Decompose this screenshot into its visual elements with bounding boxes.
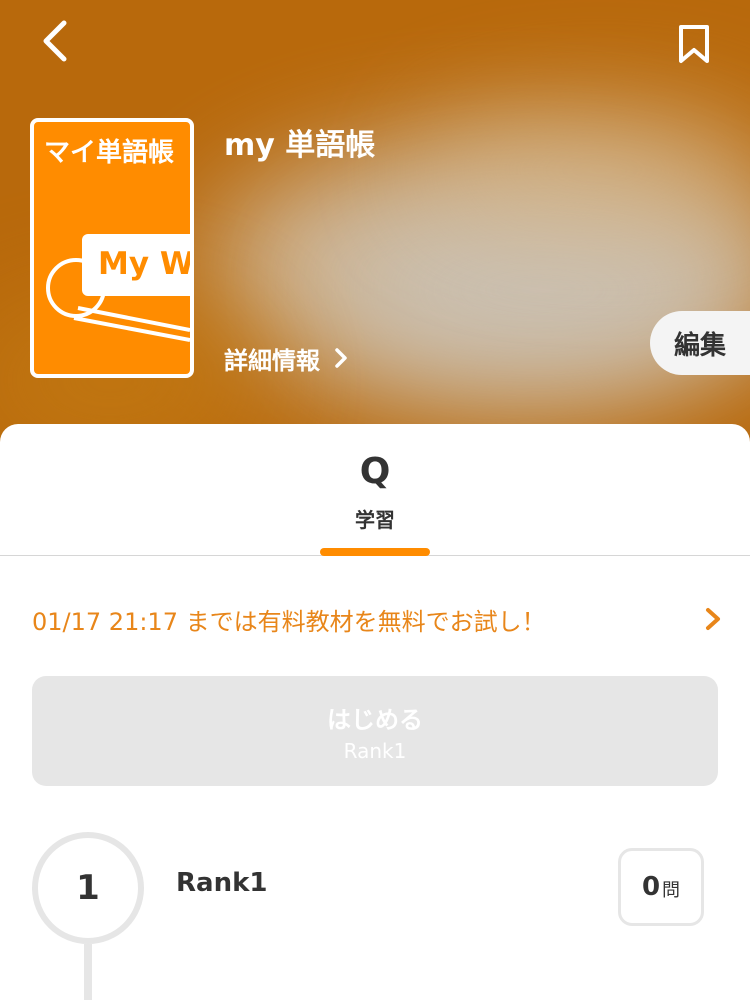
cover-title: マイ単語帳 [44,138,175,168]
question-count: 0 [641,872,661,902]
free-trial-banner[interactable]: 01/17 21:17 までは有料教材を無料でお試し！ [32,594,722,644]
quiz-q-icon: Q [359,451,391,492]
cover-card-text: My Wo [98,246,193,282]
details-label: 詳細情報 [224,346,320,375]
rank-connector-line [84,944,92,1000]
header: マイ単語帳 My Wo my 単語帳 詳細情報 編集 [0,0,750,450]
rank-question-count: 0 問 [618,848,704,926]
rank-number-circle: 1 [32,832,144,944]
edit-button[interactable]: 編集 [650,311,750,375]
study-panel: Q 学習 01/17 21:17 までは有料教材を無料でお試し！ はじめる Ra… [0,424,750,1000]
bookmark-icon [679,25,709,63]
rank-number: 1 [76,868,100,908]
details-link[interactable]: 詳細情報 [224,338,348,378]
start-label: はじめる [327,705,423,734]
start-rank-label: Rank1 [343,738,407,763]
bookmark-button[interactable] [668,18,720,70]
start-button[interactable]: はじめる Rank1 [32,676,718,786]
tab-active-indicator [320,548,430,556]
chevron-right-icon [706,608,720,630]
chevron-right-icon [335,348,347,368]
book-title: my 単語帳 [224,128,376,163]
back-button[interactable] [30,14,80,68]
tab-study[interactable]: Q 学習 [320,450,430,556]
question-unit: 問 [662,880,681,901]
book-cover: マイ単語帳 My Wo [30,118,194,378]
tab-label: 学習 [355,508,395,532]
free-trial-text: 01/17 21:17 までは有料教材を無料でお試し！ [32,607,546,636]
tab-bar: Q 学習 [0,424,750,556]
chevron-left-icon [43,20,67,62]
rank-name[interactable]: Rank1 [176,868,267,898]
